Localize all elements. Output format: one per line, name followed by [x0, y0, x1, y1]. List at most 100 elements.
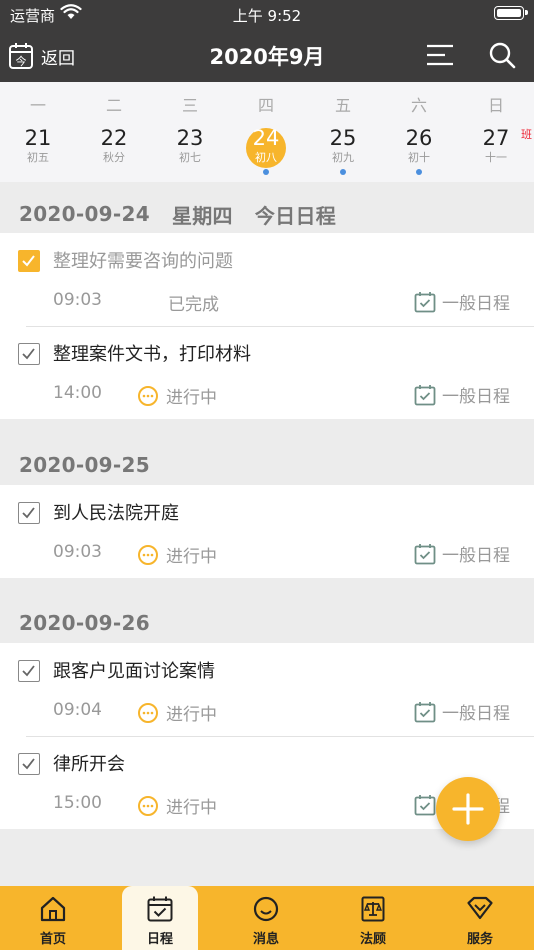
lunar-date: 初八	[255, 151, 277, 164]
item-title: 到人民法院开庭	[53, 503, 179, 524]
tab-label: 消息	[252, 932, 279, 947]
day-number: 24	[252, 126, 280, 150]
checkbox-checked[interactable]	[18, 250, 40, 272]
calendar-check-icon	[414, 543, 436, 564]
home-icon	[40, 896, 66, 922]
status-label: 进行中	[166, 705, 217, 725]
check-icon	[22, 348, 35, 360]
event-dot	[263, 169, 269, 175]
item-time: 14:00	[53, 383, 102, 403]
tab-label: 首页	[39, 932, 66, 947]
section-date: 2020-09-24	[19, 202, 150, 226]
item-type: 一般日程	[414, 699, 510, 724]
calendar-icon	[147, 896, 173, 922]
status-label: 已完成	[168, 295, 219, 315]
item-type: 一般日程	[414, 541, 510, 566]
weekday-label: 五	[334, 96, 351, 115]
item-time: 09:03	[53, 542, 102, 562]
day-cell[interactable]: 22 秋分	[76, 124, 152, 180]
event-dot	[416, 169, 422, 175]
tab-home[interactable]: 首页	[15, 886, 91, 950]
item-status: 进行中	[137, 383, 217, 408]
day-cell[interactable]: 21 初五	[0, 124, 76, 180]
day-cell[interactable]: 27 十一 班	[458, 124, 534, 180]
tab-legal-advisor[interactable]: 法顾	[335, 886, 411, 950]
item-title: 整理好需要咨询的问题	[53, 251, 233, 272]
item-time: 09:04	[53, 700, 102, 720]
in-progress-icon	[138, 702, 158, 723]
item-status: 进行中	[137, 542, 217, 567]
in-progress-icon	[138, 385, 158, 406]
law-book-icon	[361, 896, 385, 922]
check-icon	[22, 507, 35, 519]
schedule-card: 整理好需要咨询的问题 09:03 已完成 一般日程 整理案件文书，打印材料 14…	[0, 233, 534, 419]
service-heart-icon	[467, 896, 493, 920]
lunar-date: 秋分	[103, 151, 125, 164]
tab-services[interactable]: 服务	[442, 886, 518, 950]
schedule-item[interactable]: 到人民法院开庭 09:03 进行中 一般日程	[0, 485, 534, 578]
status-bar: 运营商 上午 9:52	[0, 0, 534, 28]
header: 运营商 上午 9:52 今 返回 2020年9月	[0, 0, 534, 82]
workday-badge: 班	[521, 128, 532, 141]
day-number: 21	[24, 126, 52, 150]
weekday-label: 一	[29, 96, 46, 115]
day-number: 25	[329, 126, 357, 150]
add-schedule-button[interactable]	[436, 777, 500, 841]
item-type: 一般日程	[414, 289, 510, 314]
status-time: 上午 9:52	[232, 7, 302, 25]
in-progress-icon	[138, 544, 158, 565]
type-label: 一般日程	[442, 704, 510, 724]
calendar-check-icon	[414, 794, 436, 815]
checkbox[interactable]	[18, 660, 40, 682]
day-cell-today[interactable]: 24 初八	[228, 124, 304, 180]
check-icon	[22, 255, 35, 267]
lunar-date: 十一	[485, 151, 507, 164]
checkbox[interactable]	[18, 753, 40, 775]
item-status: 已完成	[168, 290, 219, 315]
section-tag: 今日日程	[254, 203, 337, 228]
item-title: 整理案件文书，打印材料	[53, 344, 251, 365]
status-label: 进行中	[166, 798, 217, 818]
tab-label: 服务	[466, 932, 493, 947]
day-number: 22	[100, 126, 128, 150]
in-progress-icon	[138, 795, 158, 816]
section-weekday: 星期四	[171, 203, 233, 228]
search-icon[interactable]	[488, 41, 516, 69]
weekday-label: 四	[257, 96, 274, 115]
day-number: 23	[176, 126, 204, 150]
status-label: 进行中	[166, 547, 217, 567]
calendar-check-icon	[414, 701, 436, 722]
weekday-label: 二	[105, 96, 122, 115]
type-label: 一般日程	[442, 546, 510, 566]
tab-bar: 首页 日程 消息 法顾 服务	[0, 886, 534, 950]
message-icon	[253, 896, 279, 922]
week-strip: 一 二 三 四 五 六 日 21 初五 22 秋分 23 初七 24 初八 25…	[0, 82, 534, 182]
item-time: 15:00	[53, 793, 102, 813]
weekday-label: 三	[181, 96, 198, 115]
checkbox[interactable]	[18, 343, 40, 365]
day-number: 26	[405, 126, 433, 150]
app-root: 运营商 上午 9:52 今 返回 2020年9月 一 二 三 四 五 六 日 2…	[0, 0, 534, 950]
tab-label: 日程	[146, 932, 173, 947]
item-type: 一般日程	[414, 382, 510, 407]
schedule-card: 到人民法院开庭 09:03 进行中 一般日程	[0, 485, 534, 578]
day-cell[interactable]: 23 初七	[152, 124, 228, 180]
schedule-item[interactable]: 跟客户见面讨论案情 09:04 进行中 一般日程	[0, 643, 534, 736]
weekday-label: 日	[487, 96, 504, 115]
day-cell[interactable]: 25 初九	[305, 124, 381, 180]
type-label: 一般日程	[442, 387, 510, 407]
section-date: 2020-09-26	[19, 611, 150, 635]
tab-label: 法顾	[359, 932, 386, 947]
tab-schedule[interactable]: 日程	[122, 886, 198, 950]
status-label: 进行中	[166, 388, 217, 408]
section-header: 2020-09-26	[0, 597, 534, 649]
schedule-item[interactable]: 整理好需要咨询的问题 09:03 已完成 一般日程	[0, 233, 534, 326]
type-label: 一般日程	[442, 294, 510, 314]
event-dot	[340, 169, 346, 175]
tab-messages[interactable]: 消息	[228, 886, 304, 950]
item-status: 进行中	[137, 793, 217, 818]
schedule-item[interactable]: 整理案件文书，打印材料 14:00 进行中 一般日程	[0, 326, 534, 419]
menu-icon[interactable]	[426, 43, 454, 67]
checkbox[interactable]	[18, 502, 40, 524]
day-cell[interactable]: 26 初十	[381, 124, 457, 180]
